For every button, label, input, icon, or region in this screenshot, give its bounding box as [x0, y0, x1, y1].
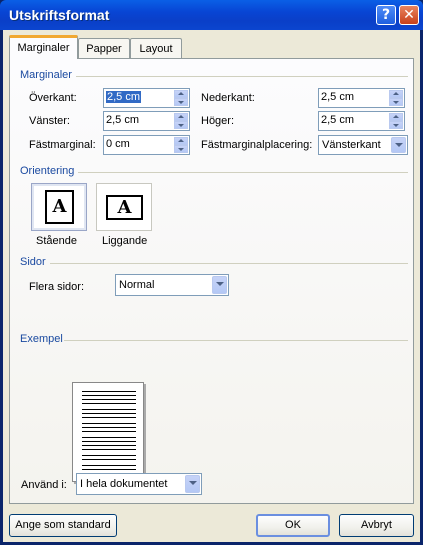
gutter-value: 0 cm [106, 138, 130, 150]
top-margin-spinner[interactable]: 2,5 cm [103, 88, 190, 108]
tab-layout[interactable]: Layout [130, 38, 182, 58]
arrow-up-icon[interactable] [389, 90, 403, 98]
gutter-label: Fästmarginal: [29, 139, 96, 151]
multiple-pages-value: Normal [119, 279, 155, 291]
portrait-page-icon: A [45, 190, 74, 224]
page-preview [72, 382, 144, 482]
portrait-label: Stående [36, 235, 77, 247]
section-label-orientation: Orientering [20, 165, 75, 177]
arrow-up-icon[interactable] [174, 113, 188, 121]
landscape-label: Liggande [102, 235, 148, 247]
bottom-margin-value: 2,5 cm [321, 91, 355, 103]
section-divider [76, 76, 408, 77]
section-label-margins: Marginaler [20, 69, 72, 81]
help-button[interactable]: ? [376, 5, 396, 25]
cancel-button[interactable]: Avbryt [339, 514, 414, 537]
tab-paper[interactable]: Papper [78, 38, 130, 58]
left-margin-label: Vänster: [29, 115, 70, 127]
gutter-position-select[interactable]: Vänsterkant [318, 135, 408, 155]
arrow-down-icon[interactable] [389, 98, 403, 106]
right-margin-label: Höger: [201, 115, 235, 127]
title-bar[interactable]: Utskriftsformat ? ✕ [0, 0, 423, 30]
tab-panel-margins: Marginaler Överkant: 2,5 cm Nederkant: 2… [9, 58, 414, 504]
section-label-preview: Exempel [20, 333, 63, 345]
close-button[interactable]: ✕ [399, 5, 419, 25]
top-margin-label: Överkant: [29, 92, 77, 104]
right-margin-spinner[interactable]: 2,5 cm [318, 111, 405, 131]
set-as-default-button[interactable]: Ange som standard [9, 514, 117, 537]
arrow-down-icon[interactable] [174, 121, 188, 129]
bottom-margin-spinner[interactable]: 2,5 cm [318, 88, 405, 108]
left-margin-value: 2,5 cm [106, 114, 140, 126]
chevron-down-icon[interactable] [391, 137, 406, 153]
chevron-down-icon[interactable] [185, 475, 200, 493]
apply-to-label: Använd i: [21, 479, 67, 491]
gutter-position-value: Vänsterkant [322, 139, 381, 151]
section-divider [64, 340, 408, 341]
arrow-up-icon[interactable] [389, 113, 403, 121]
arrow-down-icon[interactable] [174, 98, 188, 106]
section-divider [78, 172, 408, 173]
dialog-body: Marginaler Papper Layout Marginaler Över… [3, 30, 420, 542]
bottom-margin-label: Nederkant: [201, 92, 255, 104]
arrow-up-icon[interactable] [174, 137, 188, 145]
gutter-position-label: Fästmarginalplacering: [201, 139, 313, 151]
landscape-page-icon: A [106, 195, 143, 220]
close-icon: ✕ [403, 7, 415, 23]
portrait-option[interactable]: A [31, 183, 87, 231]
section-divider [50, 263, 408, 264]
arrow-up-icon[interactable] [174, 90, 188, 98]
landscape-option[interactable]: A [96, 183, 152, 231]
apply-to-select[interactable]: I hela dokumentet [76, 473, 202, 495]
tab-margins[interactable]: Marginaler [9, 35, 78, 59]
multiple-pages-label: Flera sidor: [29, 281, 85, 293]
left-margin-spinner[interactable]: 2,5 cm [103, 111, 190, 131]
arrow-down-icon[interactable] [174, 145, 188, 153]
multiple-pages-select[interactable]: Normal [115, 274, 229, 296]
chevron-down-icon[interactable] [212, 276, 227, 294]
right-margin-value: 2,5 cm [321, 114, 355, 126]
page-setup-dialog: Utskriftsformat ? ✕ Marginaler Papper La… [0, 0, 423, 545]
ok-button[interactable]: OK [256, 514, 330, 537]
top-margin-value: 2,5 cm [106, 91, 142, 103]
apply-to-value: I hela dokumentet [80, 478, 168, 490]
window-title: Utskriftsformat [9, 7, 110, 23]
gutter-spinner[interactable]: 0 cm [103, 135, 190, 155]
help-icon: ? [381, 7, 391, 23]
arrow-down-icon[interactable] [389, 121, 403, 129]
section-label-pages: Sidor [20, 256, 46, 268]
